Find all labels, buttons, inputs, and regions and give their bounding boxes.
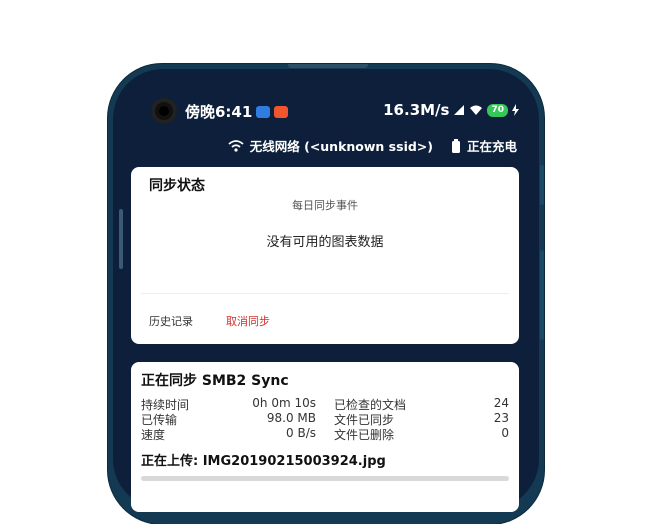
earpiece-speaker [288, 64, 368, 68]
duration-value: 0h 0m 10s [252, 396, 316, 410]
files-deleted-value: 0 [501, 426, 509, 440]
signal-icon [454, 105, 465, 115]
speed-value: 0 B/s [286, 426, 316, 440]
wifi-icon [228, 139, 244, 152]
syncing-title: 正在同步 SMB2 Sync [141, 373, 289, 389]
battery-charging-icon [451, 138, 460, 153]
power-button [540, 250, 544, 340]
upload-progress-bar [141, 476, 509, 481]
charging-text: 正在充电 [466, 139, 517, 154]
status-right: 16.3M/s 70 [383, 101, 519, 119]
upload-status: 正在上传: IMG20190215003924.jpg [141, 454, 386, 469]
files-deleted-label: 文件已删除 [334, 428, 395, 442]
net-speed-text: 16.3M/s [383, 101, 450, 119]
time-text: 傍晚6:41 [185, 103, 253, 121]
charging-bolt-icon [512, 104, 519, 116]
divider [141, 293, 509, 294]
volume-button [540, 165, 544, 205]
empty-chart-message: 没有可用的图表数据 [266, 235, 384, 250]
battery-icon: 70 [487, 103, 508, 117]
syncing-card: 正在同步 SMB2 Sync 持续时间 0h 0m 10s 已传输 98.0 M… [131, 362, 519, 512]
battery-level: 70 [491, 104, 504, 115]
history-button[interactable]: 历史记录 [149, 313, 193, 329]
front-camera-icon [151, 98, 177, 124]
wifi-text: 无线网络 (<unknown ssid>) [249, 139, 433, 154]
connection-row: 无线网络 (<unknown ssid>) 正在充电 [228, 136, 517, 155]
chart-subtitle: 每日同步事件 [292, 199, 358, 212]
edge-handle [119, 209, 123, 269]
status-time: 傍晚6:41 [185, 101, 289, 122]
transferred-value: 98.0 MB [266, 411, 316, 425]
video-app-icon [274, 106, 289, 118]
card-title: 同步状态 [149, 178, 205, 194]
files-synced-value: 23 [493, 411, 509, 425]
chat-app-icon [256, 106, 271, 118]
cancel-sync-button[interactable]: 取消同步 [226, 313, 270, 329]
checked-docs-value: 24 [493, 396, 509, 410]
sync-status-card: 同步状态 每日同步事件 没有可用的图表数据 历史记录 取消同步 [131, 167, 519, 344]
wifi-icon [470, 105, 483, 115]
speed-label: 速度 [141, 428, 166, 442]
